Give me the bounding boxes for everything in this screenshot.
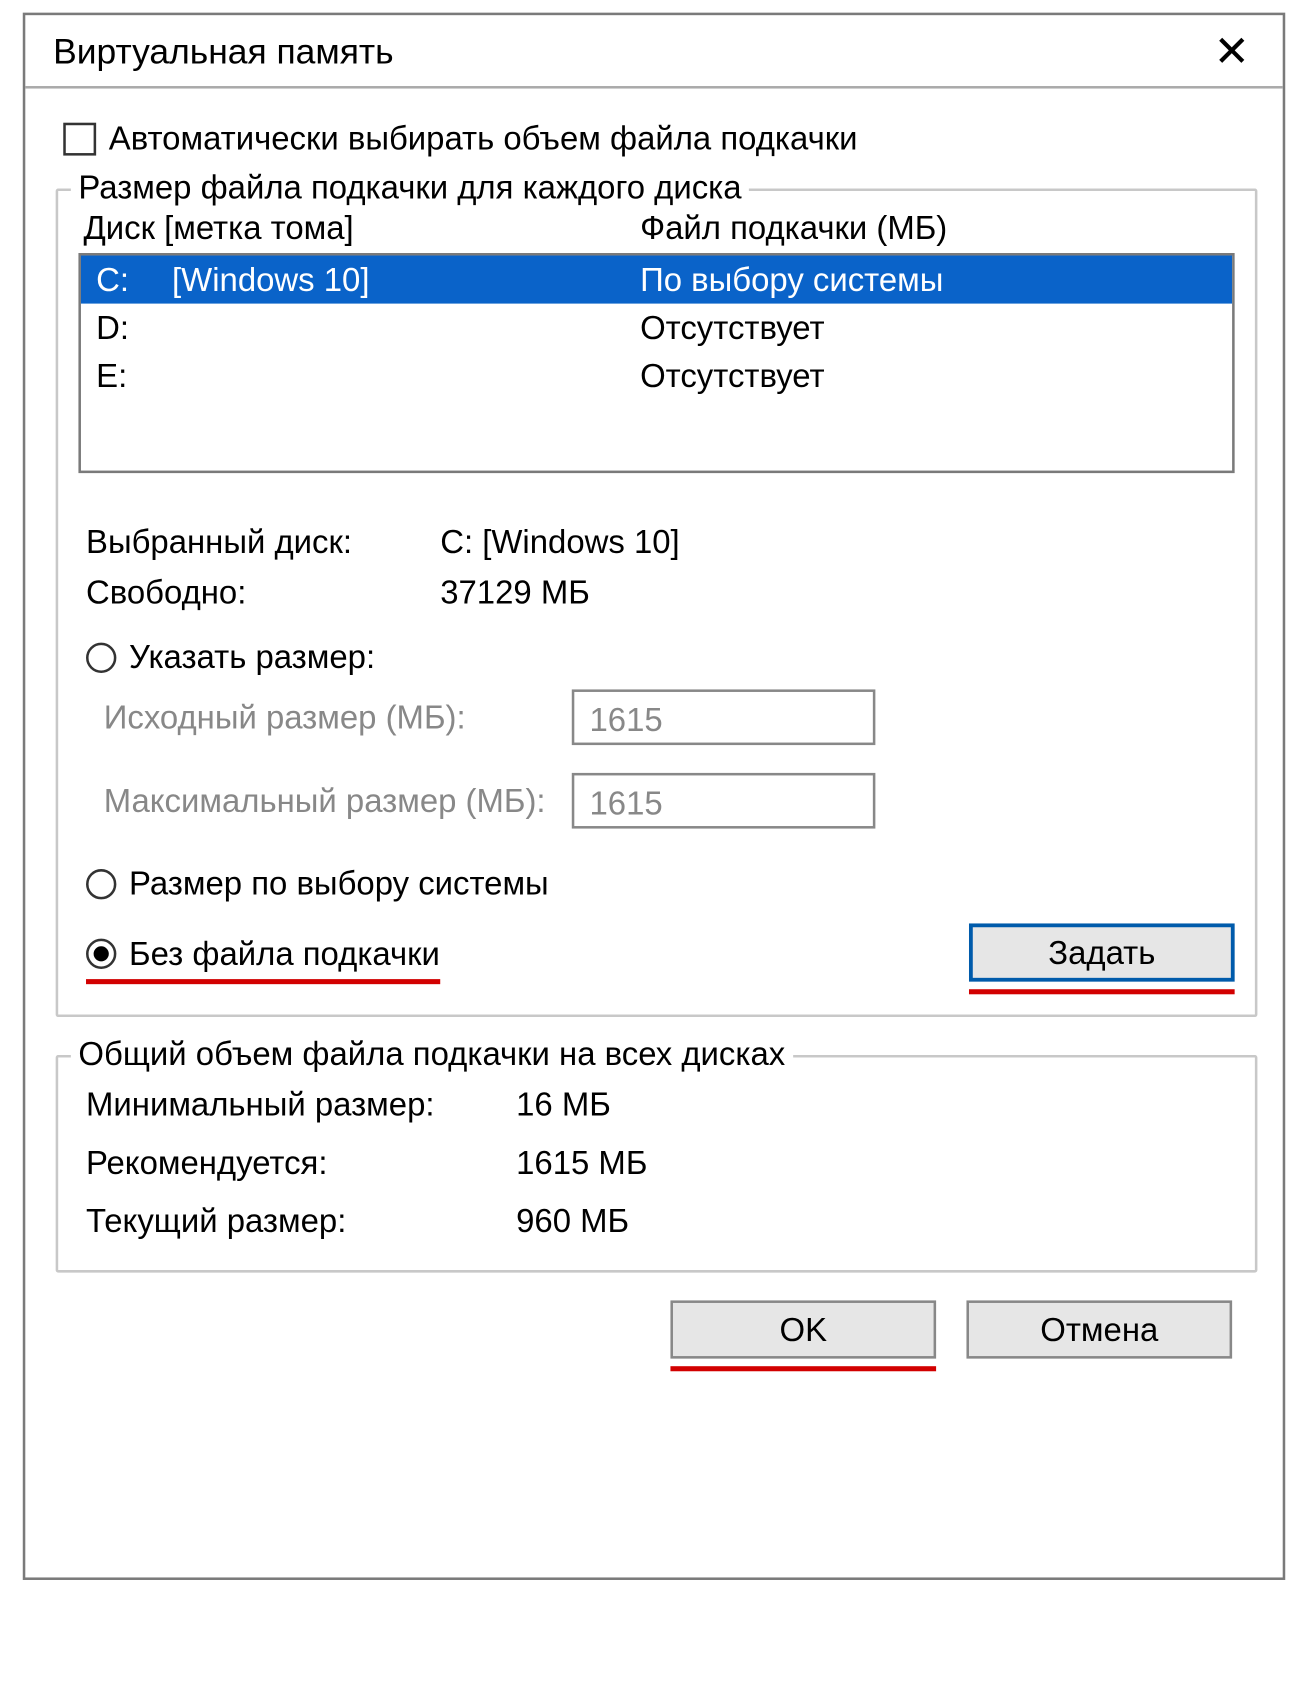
selected-drive-value: C: [Windows 10]: [440, 516, 679, 567]
max-size-label: Максимальный размер (МБ):: [104, 781, 572, 820]
radio-none-label: Без файла подкачки: [129, 934, 440, 973]
auto-manage-checkbox[interactable]: [63, 122, 96, 155]
current-size-label: Текущий размер:: [86, 1192, 516, 1250]
radio-custom-size[interactable]: [86, 642, 116, 672]
virtual-memory-dialog: Виртуальная память ✕ Автоматически выбир…: [23, 13, 1285, 1580]
initial-size-label: Исходный размер (МБ):: [104, 698, 572, 737]
min-size-label: Минимальный размер:: [86, 1075, 516, 1133]
cancel-button[interactable]: Отмена: [966, 1300, 1232, 1358]
recommended-value: 1615 МБ: [516, 1133, 647, 1191]
drive-paging-group: Размер файла подкачки для каждого диска …: [56, 188, 1258, 1017]
ok-button[interactable]: OK: [670, 1300, 936, 1358]
selected-drive-label: Выбранный диск:: [86, 516, 440, 567]
drive-label: [Windows 10]: [172, 257, 640, 303]
radio-custom-label: Указать размер:: [129, 638, 375, 677]
drive-row[interactable]: C: [Windows 10] По выбору системы: [81, 256, 1232, 304]
auto-manage-label: Автоматически выбирать объем файла подка…: [109, 119, 858, 158]
radio-system-label: Размер по выбору системы: [129, 864, 549, 903]
dialog-title: Виртуальная память: [53, 32, 393, 72]
drive-row[interactable]: E: Отсутствует: [81, 352, 1232, 400]
close-icon[interactable]: ✕: [1201, 28, 1262, 76]
current-size-value: 960 МБ: [516, 1192, 629, 1250]
drive-pagefile: Отсутствует: [640, 305, 1217, 351]
group-legend-drives: Размер файла подкачки для каждого диска: [71, 168, 749, 207]
initial-size-input[interactable]: 1615: [572, 689, 876, 745]
drive-letter: C:: [96, 257, 172, 303]
free-space-value: 37129 МБ: [440, 567, 590, 618]
drive-listbox[interactable]: C: [Windows 10] По выбору системы D: Отс…: [78, 253, 1234, 473]
header-drive: Диск [метка тома]: [83, 209, 640, 248]
drive-label: [172, 353, 640, 399]
titlebar: Виртуальная память ✕: [25, 15, 1282, 88]
drive-pagefile: Отсутствует: [640, 353, 1217, 399]
group-legend-totals: Общий объем файла подкачки на всех диска…: [71, 1035, 793, 1074]
set-button[interactable]: Задать: [969, 923, 1235, 981]
free-space-label: Свободно:: [86, 567, 440, 618]
header-pagefile: Файл подкачки (МБ): [640, 209, 947, 248]
recommended-label: Рекомендуется:: [86, 1133, 516, 1191]
drive-pagefile: По выбору системы: [640, 257, 1217, 303]
drive-letter: D:: [96, 305, 172, 351]
drive-letter: E:: [96, 353, 172, 399]
min-size-value: 16 МБ: [516, 1075, 611, 1133]
drive-row[interactable]: D: Отсутствует: [81, 304, 1232, 352]
radio-system-managed[interactable]: [86, 868, 116, 898]
max-size-input[interactable]: 1615: [572, 773, 876, 829]
drive-label: [172, 305, 640, 351]
radio-no-pagefile[interactable]: [86, 939, 116, 969]
totals-group: Общий объем файла подкачки на всех диска…: [56, 1055, 1258, 1273]
